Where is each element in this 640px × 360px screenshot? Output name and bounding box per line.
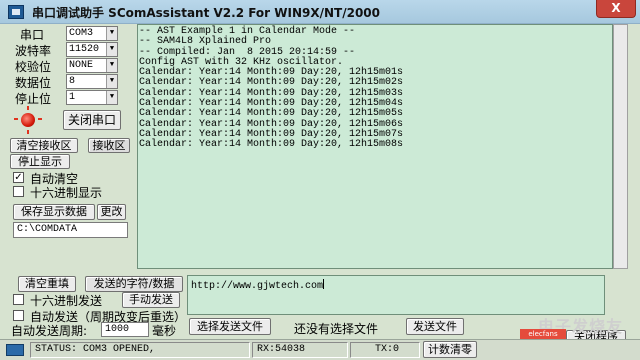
auto-send-period-label: 自动发送周期: [11, 324, 88, 338]
stop-display-button[interactable]: 停止显示 [10, 154, 70, 169]
no-file-selected-label: 还没有选择文件 [294, 322, 379, 336]
auto-clear-checkbox[interactable]: ✓ [13, 172, 24, 183]
send-text-value: http://www.gjwtech.com [191, 281, 324, 292]
databits-select-value: 8 [69, 76, 76, 87]
clear-receive-button[interactable]: 清空接收区 [10, 138, 78, 153]
clear-resend-button[interactable]: 清空重填 [18, 276, 76, 292]
elecfans-watermark: 电子发烧友 elecfans [520, 305, 640, 339]
period-unit-label: 毫秒 [152, 324, 177, 338]
baud-select[interactable]: 11520 ▼ [66, 42, 118, 57]
serial-assistant-window: 串口调试助手 SComAssistant V2.2 For WIN9X/NT/2… [0, 0, 640, 360]
watermark-badge: elecfans [520, 329, 566, 339]
check-icon: ✓ [14, 172, 23, 183]
receive-textarea[interactable]: -- AST Example 1 in Calendar Mode -- -- … [137, 24, 613, 269]
parity-select-value: NONE [69, 60, 94, 71]
send-file-button[interactable]: 发送文件 [406, 318, 464, 335]
databits-label: 数据位 [15, 76, 52, 90]
receive-scrollbar[interactable] [613, 24, 628, 269]
auto-send-checkbox[interactable] [13, 310, 24, 321]
manual-send-button[interactable]: 手动发送 [122, 292, 180, 308]
baud-label: 波特率 [15, 44, 52, 58]
close-port-button[interactable]: 关闭串口 [63, 110, 121, 130]
status-bar: STATUS: COM3 OPENED, RX:54038 TX:0 计数清零 [0, 339, 640, 360]
window-close-button[interactable]: X [596, 0, 636, 18]
parity-label: 校验位 [15, 60, 52, 74]
auto-send-period-input[interactable]: 1000 [101, 322, 149, 337]
port-label: 串口 [20, 28, 45, 42]
chevron-down-icon: ▼ [106, 59, 117, 72]
chevron-down-icon: ▼ [106, 91, 117, 104]
baud-select-value: 11520 [69, 44, 100, 55]
port-select-value: COM3 [69, 28, 94, 39]
choose-send-file-button[interactable]: 选择发送文件 [189, 318, 271, 335]
parity-select[interactable]: NONE ▼ [66, 58, 118, 73]
chevron-down-icon: ▼ [106, 75, 117, 88]
status-icon [6, 344, 24, 356]
reset-count-button[interactable]: 计数清零 [423, 341, 477, 358]
stopbits-select-value: 1 [69, 92, 76, 103]
text-caret [323, 279, 325, 289]
stopbits-label: 停止位 [15, 92, 52, 106]
hex-send-checkbox[interactable] [13, 294, 24, 305]
save-display-button[interactable]: 保存显示数据 [13, 204, 95, 220]
hex-display-label: 十六进制显示 [30, 186, 103, 200]
stopbits-select[interactable]: 1 ▼ [66, 90, 118, 105]
app-icon [8, 5, 24, 19]
chevron-down-icon: ▼ [106, 43, 117, 56]
receive-area-toggle[interactable]: 接收区 [88, 138, 130, 153]
hex-display-checkbox[interactable] [13, 186, 24, 197]
save-path-field[interactable]: C:\COMDATA [13, 222, 128, 238]
change-path-button[interactable]: 更改 [97, 204, 126, 220]
chevron-down-icon: ▼ [106, 27, 117, 40]
tx-counter: TX:0 [350, 342, 420, 358]
hex-send-label: 十六进制发送 [30, 294, 103, 308]
port-select[interactable]: COM3 ▼ [66, 26, 118, 41]
send-chars-toggle[interactable]: 发送的字符/数据 [85, 276, 183, 292]
title-bar: 串口调试助手 SComAssistant V2.2 For WIN9X/NT/2… [0, 0, 640, 24]
window-title: 串口调试助手 SComAssistant V2.2 For WIN9X/NT/2… [32, 6, 381, 20]
status-text: STATUS: COM3 OPENED, [30, 342, 250, 358]
databits-select[interactable]: 8 ▼ [66, 74, 118, 89]
rx-counter: RX:54038 [252, 342, 348, 358]
